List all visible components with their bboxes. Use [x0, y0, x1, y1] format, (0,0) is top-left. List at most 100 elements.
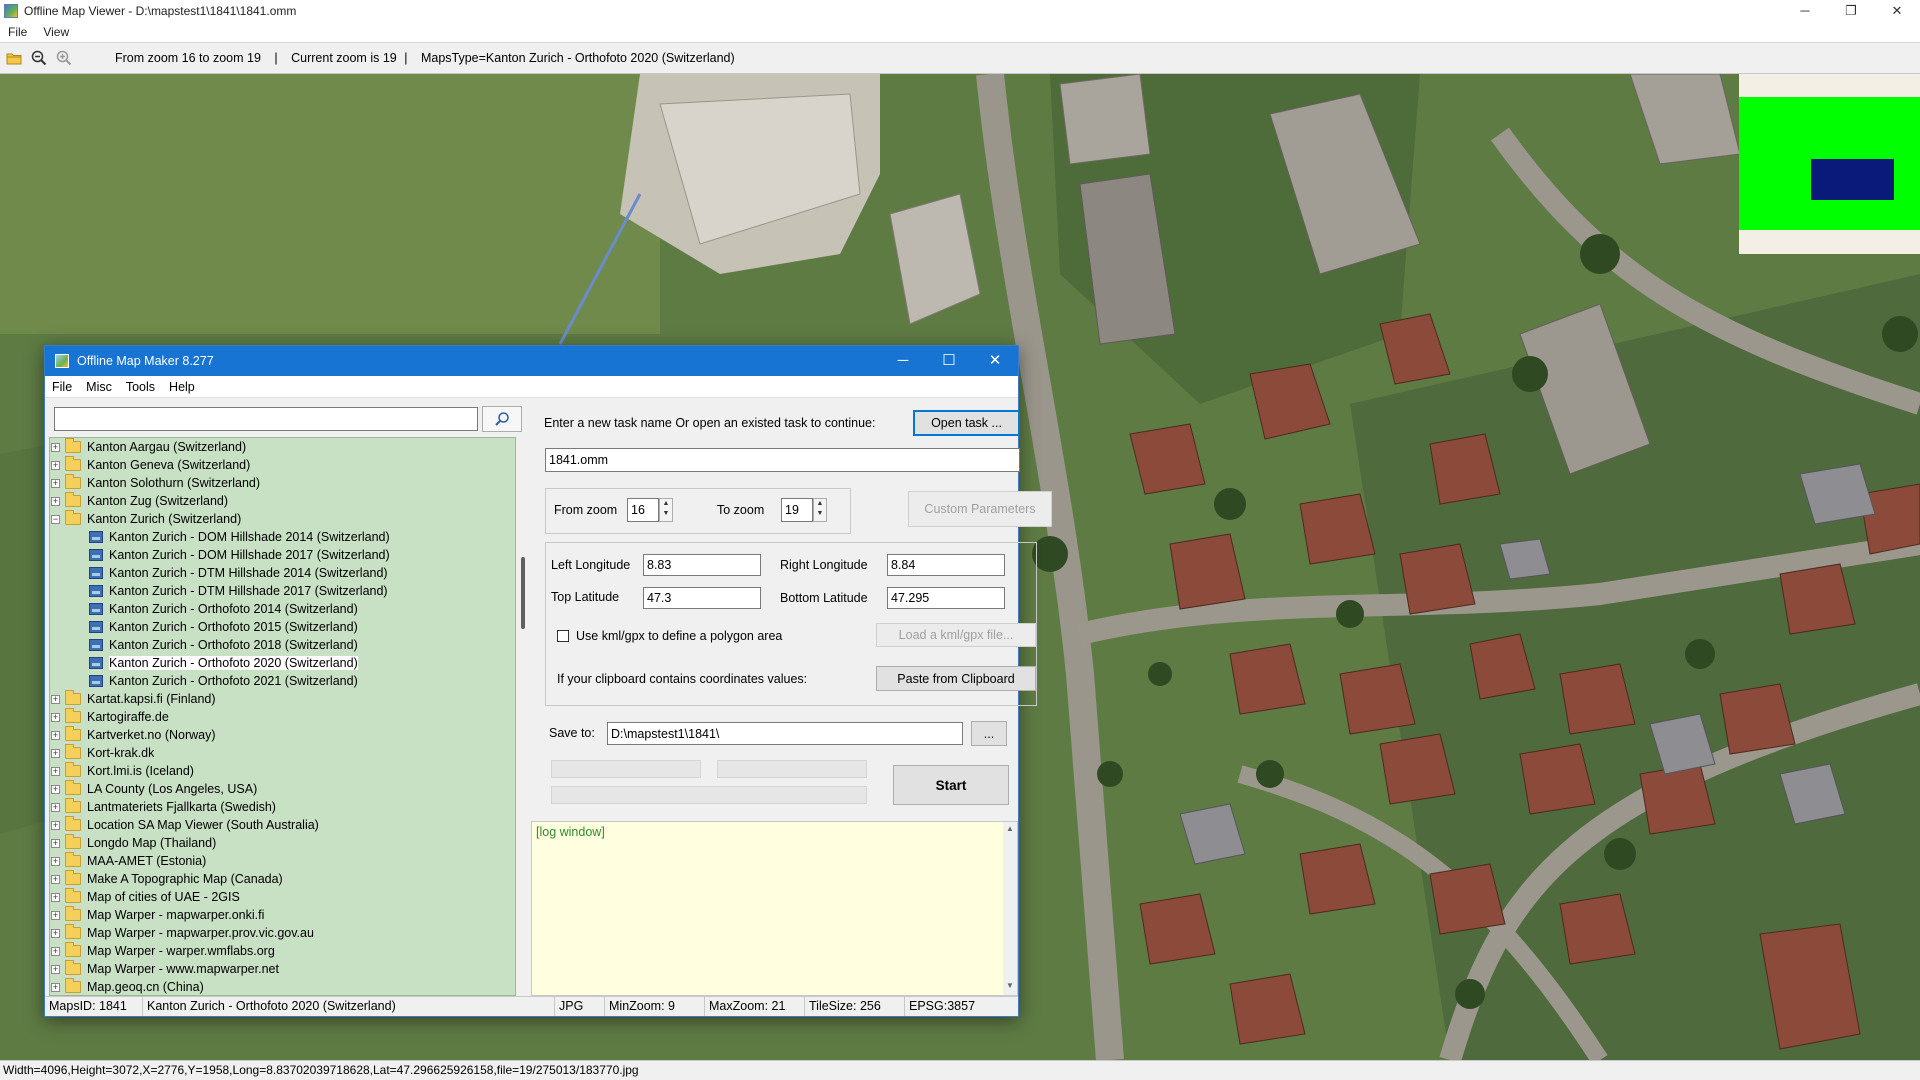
open-folder-icon[interactable]	[3, 47, 25, 69]
tree-item[interactable]: − Kanton Zurich (Switzerland)	[50, 510, 515, 528]
scroll-down-icon[interactable]: ▼	[1003, 981, 1017, 990]
tree-item[interactable]: + Longdo Map (Thailand)	[50, 834, 515, 852]
load-kml-button[interactable]: Load a kml/gpx file...	[876, 623, 1036, 647]
top-latitude-input[interactable]: 47.3	[643, 587, 761, 609]
zoom-in-icon[interactable]	[53, 47, 75, 69]
close-icon[interactable]: ✕	[972, 346, 1018, 376]
tree-item[interactable]: + Kartogiraffe.de	[50, 708, 515, 726]
tree-scrollbar[interactable]	[518, 437, 530, 996]
expand-icon[interactable]: +	[51, 820, 60, 830]
tree-child-item[interactable]: Kanton Zurich - Orthofoto 2020 (Switzerl…	[50, 654, 515, 672]
expand-icon[interactable]: +	[51, 730, 60, 740]
tree-item[interactable]: + Kanton Aargau (Switzerland)	[50, 438, 515, 456]
tree-item[interactable]: + Location SA Map Viewer (South Australia…	[50, 816, 515, 834]
menu-misc[interactable]: Misc	[79, 380, 119, 394]
from-zoom-input[interactable]: 16	[627, 498, 659, 522]
expand-icon[interactable]: +	[51, 460, 60, 470]
tree-item[interactable]: + Make A Topographic Map (Canada)	[50, 870, 515, 888]
maximize-icon[interactable]: ☐	[926, 346, 972, 376]
left-longitude-input[interactable]: 8.83	[643, 554, 761, 576]
collapse-icon[interactable]: −	[51, 514, 60, 524]
tree-item[interactable]: + Map.geoq.cn (China)	[50, 978, 515, 995]
custom-parameters-button[interactable]: Custom Parameters	[908, 491, 1052, 527]
tree-child-item[interactable]: Kanton Zurich - DOM Hillshade 2014 (Swit…	[50, 528, 515, 546]
expand-icon[interactable]: +	[51, 766, 60, 776]
tree-child-item[interactable]: Kanton Zurich - DTM Hillshade 2014 (Swit…	[50, 564, 515, 582]
browse-folder-button[interactable]: ...	[971, 721, 1007, 746]
tree-item[interactable]: + Kartat.kapsi.fi (Finland)	[50, 690, 515, 708]
tree-item[interactable]: + Map Warper - mapwarper.onki.fi	[50, 906, 515, 924]
search-button[interactable]	[482, 406, 522, 432]
log-scrollbar[interactable]: ▲ ▼	[1003, 822, 1017, 995]
tree-item[interactable]: + Kort.lmi.is (Iceland)	[50, 762, 515, 780]
viewer-menu-view[interactable]: View	[35, 25, 77, 39]
scroll-up-icon[interactable]: ▲	[1003, 824, 1017, 833]
tree-item[interactable]: + Kanton Geneva (Switzerland)	[50, 456, 515, 474]
tree-child-item[interactable]: Kanton Zurich - DOM Hillshade 2017 (Swit…	[50, 546, 515, 564]
map-source-tree[interactable]: + Kanton Aargau (Switzerland) + Kanton Gene…	[49, 437, 516, 996]
viewer-menu-file[interactable]: File	[0, 25, 35, 39]
use-kml-checkbox[interactable]	[557, 630, 569, 642]
right-longitude-input[interactable]: 8.84	[887, 554, 1005, 576]
tree-item[interactable]: + Kanton Solothurn (Switzerland)	[50, 474, 515, 492]
overview-viewport[interactable]	[1811, 159, 1894, 200]
expand-icon[interactable]: +	[51, 784, 60, 794]
tree-item[interactable]: + Kort-krak.dk	[50, 744, 515, 762]
expand-icon[interactable]: +	[51, 874, 60, 884]
start-button[interactable]: Start	[893, 765, 1009, 805]
bottom-latitude-input[interactable]: 47.295	[887, 587, 1005, 609]
tree-item[interactable]: + Lantmateriets Fjallkarta (Swedish)	[50, 798, 515, 816]
menu-tools[interactable]: Tools	[119, 380, 162, 394]
restore-icon[interactable]: ❐	[1828, 0, 1874, 22]
tree-item[interactable]: + Kartverket.no (Norway)	[50, 726, 515, 744]
expand-icon[interactable]: +	[51, 892, 60, 902]
tree-child-item[interactable]: Kanton Zurich - Orthofoto 2014 (Switzerl…	[50, 600, 515, 618]
expand-icon[interactable]: +	[51, 694, 60, 704]
search-input[interactable]	[54, 407, 478, 431]
expand-icon[interactable]: +	[51, 478, 60, 488]
to-zoom-input[interactable]: 19	[781, 498, 813, 522]
menu-help[interactable]: Help	[162, 380, 202, 394]
close-icon[interactable]: ✕	[1874, 0, 1920, 22]
save-path-input[interactable]: D:\mapstest1\1841\	[607, 722, 963, 745]
expand-icon[interactable]: +	[51, 802, 60, 812]
tree-child-label: Kanton Zurich - DOM Hillshade 2014 (Swit…	[109, 530, 390, 544]
tree-child-item[interactable]: Kanton Zurich - Orthofoto 2018 (Switzerl…	[50, 636, 515, 654]
tree-child-item[interactable]: Kanton Zurich - Orthofoto 2015 (Switzerl…	[50, 618, 515, 636]
tree-item-label: Map Warper - warper.wmflabs.org	[87, 944, 275, 958]
expand-icon[interactable]: +	[51, 442, 60, 452]
expand-icon[interactable]: +	[51, 496, 60, 506]
folder-icon	[65, 780, 81, 795]
menu-file[interactable]: File	[45, 380, 79, 394]
open-task-button[interactable]: Open task ...	[913, 410, 1020, 436]
tree-item[interactable]: + Kanton Zug (Switzerland)	[50, 492, 515, 510]
expand-icon[interactable]: +	[51, 910, 60, 920]
tree-item[interactable]: + LA County (Los Angeles, USA)	[50, 780, 515, 798]
to-zoom-stepper[interactable]: ▲ ▼	[813, 498, 827, 522]
from-zoom-stepper[interactable]: ▲ ▼	[659, 498, 673, 522]
tree-child-label: Kanton Zurich - Orthofoto 2015 (Switzerl…	[109, 620, 358, 634]
expand-icon[interactable]: +	[51, 856, 60, 866]
task-name-input[interactable]: 1841.omm	[545, 448, 1020, 472]
tree-item[interactable]: + Map Warper - warper.wmflabs.org	[50, 942, 515, 960]
expand-icon[interactable]: +	[51, 946, 60, 956]
tree-child-item[interactable]: Kanton Zurich - DTM Hillshade 2017 (Swit…	[50, 582, 515, 600]
expand-icon[interactable]: +	[51, 964, 60, 974]
tree-item[interactable]: + Map Warper - www.mapwarper.net	[50, 960, 515, 978]
minimize-icon[interactable]: ─	[880, 346, 926, 376]
minimize-icon[interactable]: ─	[1782, 0, 1828, 22]
tree-item[interactable]: + Map of cities of UAE - 2GIS	[50, 888, 515, 906]
tree-item[interactable]: + MAA-AMET (Estonia)	[50, 852, 515, 870]
expand-icon[interactable]: +	[51, 928, 60, 938]
overview-minimap[interactable]	[1739, 74, 1920, 254]
expand-icon[interactable]: +	[51, 838, 60, 848]
expand-icon[interactable]: +	[51, 712, 60, 722]
scroll-thumb[interactable]	[521, 557, 525, 629]
tree-item[interactable]: + Map Warper - mapwarper.prov.vic.gov.au	[50, 924, 515, 942]
tree-child-item[interactable]: Kanton Zurich - Orthofoto 2021 (Switzerl…	[50, 672, 515, 690]
paste-from-clipboard-button[interactable]: Paste from Clipboard	[876, 666, 1036, 691]
expand-icon[interactable]: +	[51, 748, 60, 758]
expand-icon[interactable]: +	[51, 982, 60, 992]
log-window[interactable]: [log window] ▲ ▼	[531, 821, 1018, 996]
zoom-out-icon[interactable]	[28, 47, 50, 69]
